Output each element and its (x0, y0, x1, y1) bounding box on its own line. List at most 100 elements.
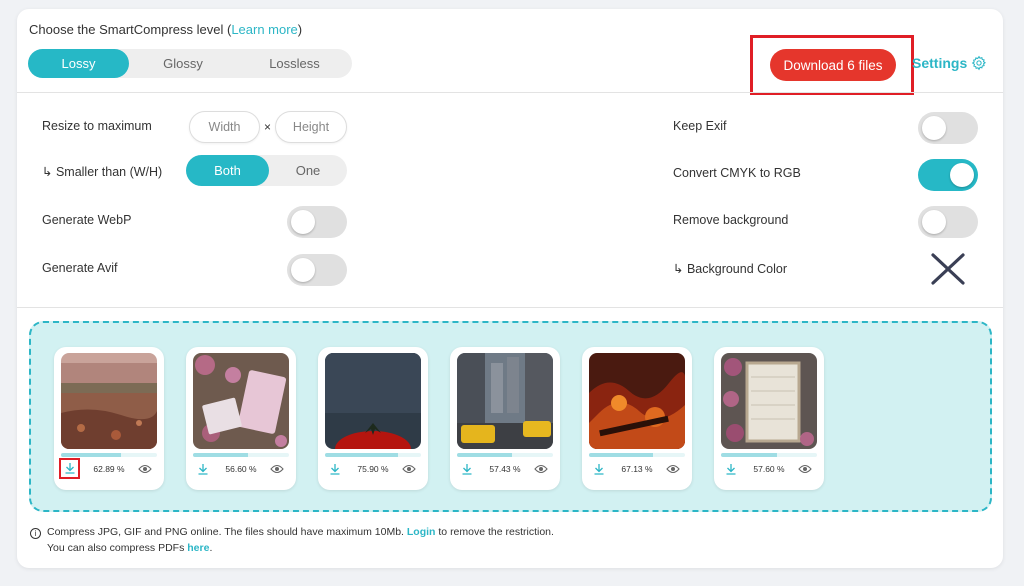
progress-fill (721, 453, 777, 457)
width-input[interactable]: Width (189, 111, 260, 143)
footer-period: . (209, 542, 213, 554)
compression-percent: 75.90 % (357, 464, 389, 474)
level-title-text: Choose the SmartCompress level ( (29, 22, 232, 37)
autumn-park-image[interactable] (61, 353, 157, 449)
resize-label: Resize to maximum (42, 119, 152, 133)
compression-progress (193, 453, 289, 457)
webp-label: Generate WebP (42, 213, 132, 227)
file-card: 57.60 % (714, 347, 824, 490)
progress-fill (325, 453, 398, 457)
level-lossy-option[interactable]: Lossy (28, 49, 129, 78)
height-input[interactable]: Height (275, 111, 347, 143)
eye-icon[interactable] (402, 463, 416, 475)
webp-toggle[interactable] (287, 206, 347, 238)
level-glossy-option[interactable]: Glossy (129, 49, 237, 78)
download-file-button[interactable] (591, 461, 607, 477)
eye-icon[interactable] (666, 463, 680, 475)
compression-progress (325, 453, 421, 457)
level-lossless-option[interactable]: Lossless (237, 49, 352, 78)
footer-line-1: i Compress JPG, GIF and PNG online. The f… (30, 524, 554, 540)
download-icon (330, 463, 340, 475)
toggle-knob (291, 210, 315, 234)
download-file-button[interactable] (459, 461, 475, 477)
tomato-dark-image[interactable] (325, 353, 421, 449)
file-card: 67.13 % (582, 347, 692, 490)
close-icon[interactable] (930, 252, 966, 286)
eye-icon[interactable] (138, 463, 152, 475)
learn-more-link[interactable]: Learn more (231, 22, 297, 37)
level-title-close: ) (297, 22, 303, 37)
keep-exif-label: Keep Exif (673, 119, 727, 133)
avif-label: Generate Avif (42, 261, 118, 275)
gear-icon (971, 55, 987, 71)
pdf-here-link[interactable]: here (187, 542, 209, 554)
smaller-than-label: ↳ Smaller than (W/H) (42, 165, 163, 179)
smaller-than-selector: Both One (186, 155, 347, 186)
progress-fill (589, 453, 654, 457)
compression-percent: 56.60 % (225, 464, 257, 474)
compression-percent: 57.60 % (753, 464, 785, 474)
footer-note: i Compress JPG, GIF and PNG online. The f… (30, 524, 554, 556)
compression-percent: 62.89 % (93, 464, 125, 474)
cmyk-toggle[interactable] (918, 159, 978, 191)
compression-progress (589, 453, 685, 457)
header-divider (17, 92, 1003, 93)
smaller-one-option[interactable]: One (269, 155, 347, 186)
toggle-knob (922, 116, 946, 140)
bg-color-label: ↳ Background Color (673, 262, 788, 276)
info-icon: i (30, 528, 41, 539)
download-icon (726, 463, 736, 475)
compression-progress (721, 453, 817, 457)
level-title: Choose the SmartCompress level (Learn mo… (29, 22, 302, 37)
download-file-button[interactable] (327, 461, 343, 477)
compression-progress (457, 453, 553, 457)
download-all-button[interactable]: Download 6 files (770, 49, 896, 81)
toggle-knob (922, 210, 946, 234)
download-highlight-box: Download 6 files (750, 35, 914, 95)
download-file-button[interactable] (723, 461, 739, 477)
footer-text-suffix: to remove the restriction. (438, 526, 554, 538)
footer-text: Compress JPG, GIF and PNG online. The fi… (47, 526, 404, 538)
eye-icon[interactable] (270, 463, 284, 475)
compress-panel: Choose the SmartCompress level (Learn mo… (17, 9, 1003, 568)
eye-icon[interactable] (798, 463, 812, 475)
keep-exif-toggle[interactable] (918, 112, 978, 144)
download-file-button[interactable] (59, 458, 80, 479)
file-card: 62.89 % (54, 347, 164, 490)
file-dropzone[interactable]: 62.89 % 56.60 % 75.90 % 57.43 % 67.13 % … (29, 321, 992, 512)
toggle-knob (291, 258, 315, 282)
progress-fill (61, 453, 122, 457)
file-card: 57.43 % (450, 347, 560, 490)
compression-percent: 57.43 % (489, 464, 521, 474)
settings-divider (17, 307, 1003, 308)
times-sign: × (264, 120, 272, 134)
compression-level-selector: Lossy Glossy Lossless (28, 49, 352, 78)
download-file-button[interactable] (195, 461, 211, 477)
download-icon (65, 463, 74, 474)
city-taxis-image[interactable] (457, 353, 553, 449)
footer-pdf-text: You can also compress PDFs (47, 542, 185, 554)
file-card: 56.60 % (186, 347, 296, 490)
remove-bg-label: Remove background (673, 213, 789, 227)
frame-flowers-image[interactable] (721, 353, 817, 449)
compression-percent: 67.13 % (621, 464, 653, 474)
compression-progress (61, 453, 157, 457)
settings-button[interactable]: Settings (912, 55, 987, 71)
progress-fill (193, 453, 248, 457)
progress-fill (457, 453, 512, 457)
remove-bg-toggle[interactable] (918, 206, 978, 238)
download-icon (462, 463, 472, 475)
eye-icon[interactable] (534, 463, 548, 475)
login-link[interactable]: Login (407, 526, 436, 538)
download-icon (594, 463, 604, 475)
avif-toggle[interactable] (287, 254, 347, 286)
bonfire-image[interactable] (589, 353, 685, 449)
settings-label: Settings (912, 55, 968, 71)
download-icon (198, 463, 208, 475)
footer-line-2: You can also compress PDFs here. (30, 540, 554, 556)
file-card: 75.90 % (318, 347, 428, 490)
toggle-knob (950, 163, 974, 187)
cmyk-label: Convert CMYK to RGB (673, 166, 801, 180)
notebook-flowers-image[interactable] (193, 353, 289, 449)
smaller-both-option[interactable]: Both (186, 155, 269, 186)
